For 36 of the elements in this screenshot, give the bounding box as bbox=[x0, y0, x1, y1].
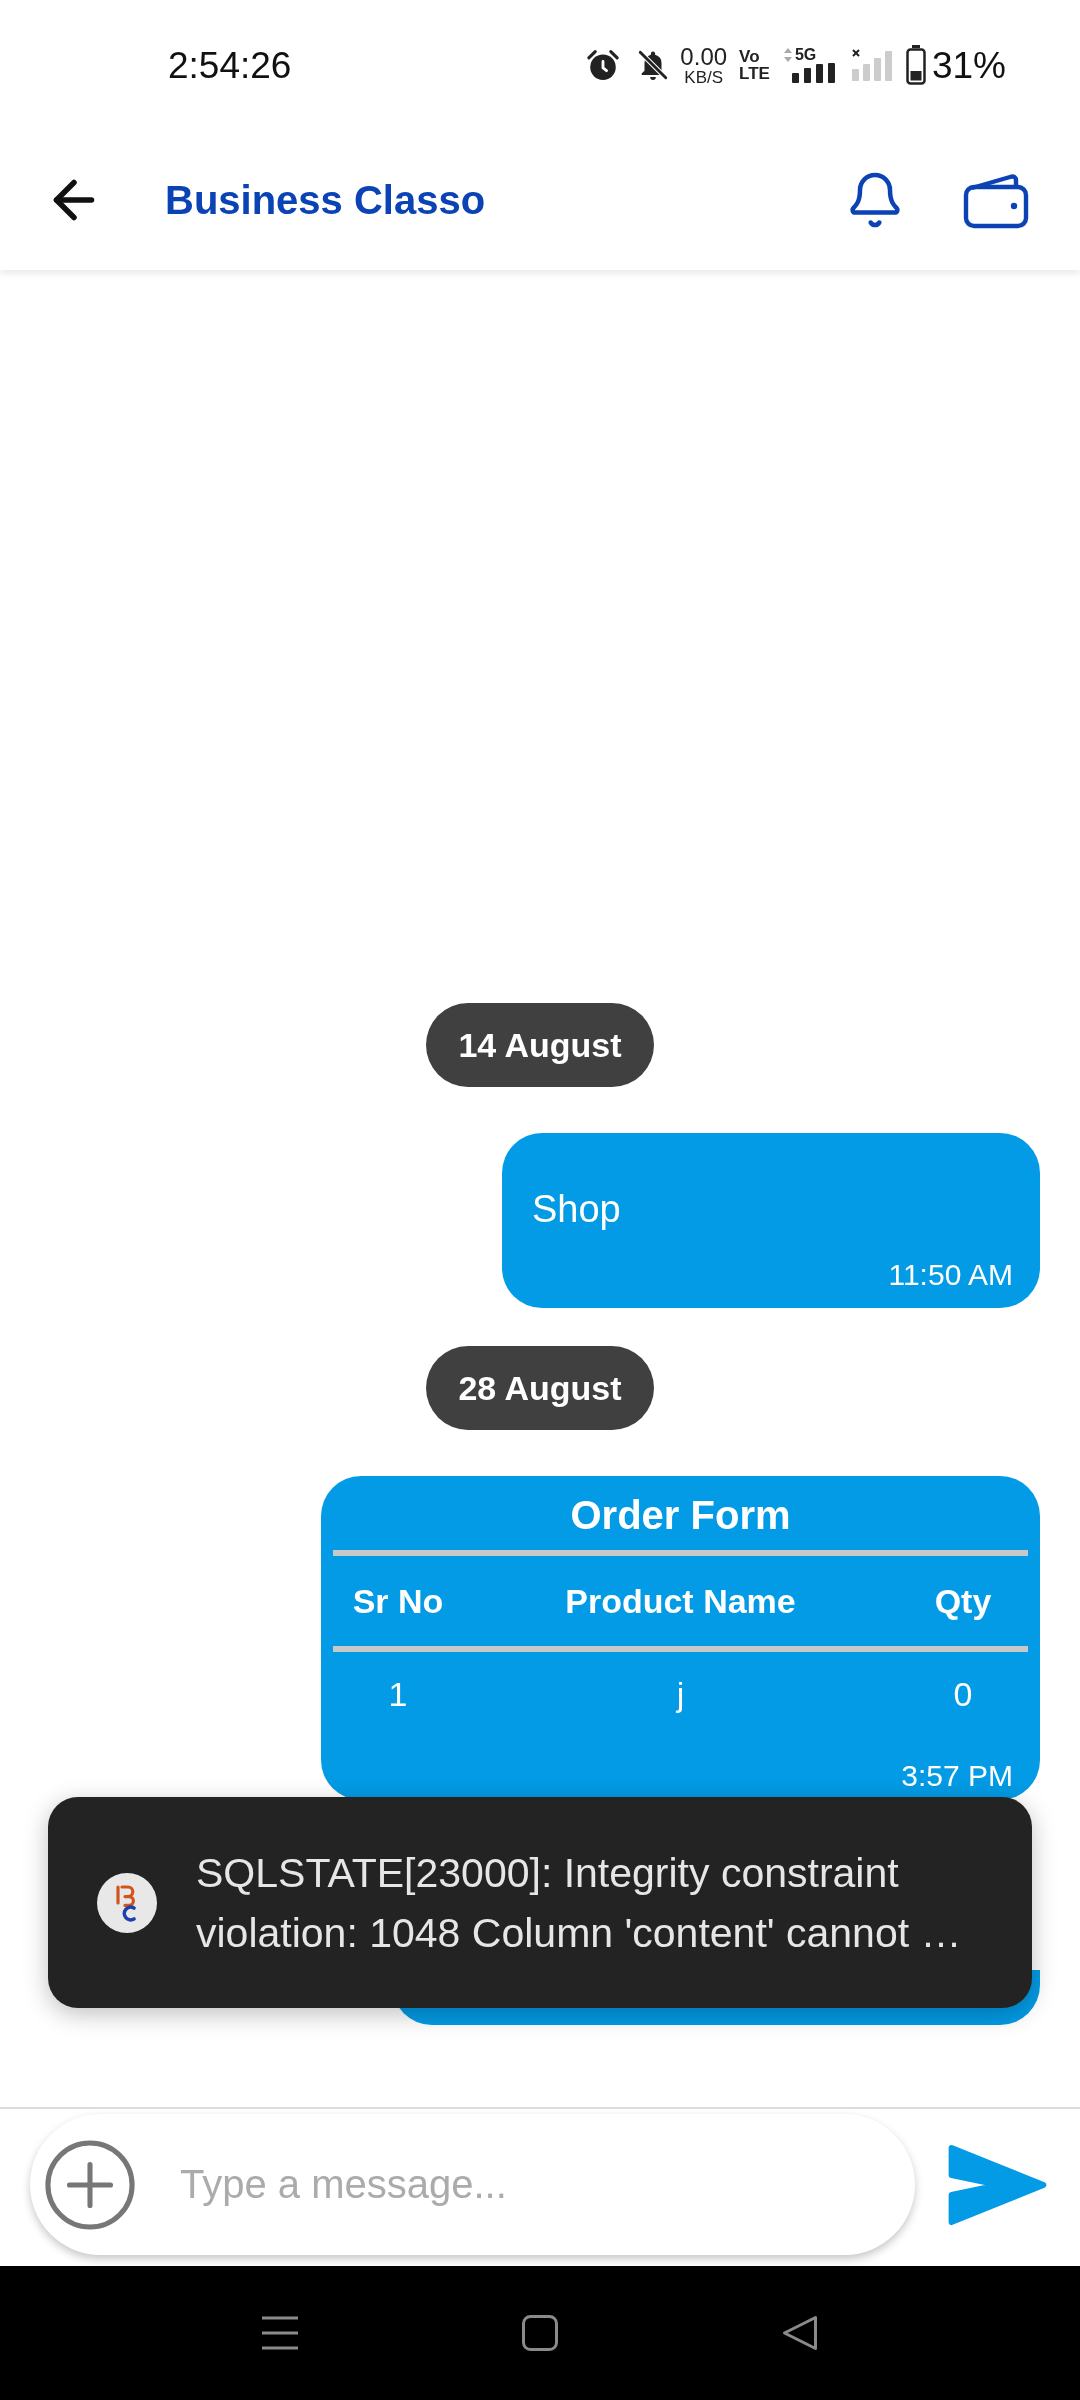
column-header: Qty bbox=[934, 1584, 992, 1618]
square-icon bbox=[522, 2315, 558, 2351]
message-text: Shop bbox=[532, 1187, 621, 1231]
data-rate-value: 0.00 bbox=[680, 44, 728, 69]
status-time: 2:54:26 bbox=[168, 46, 292, 84]
menu-icon bbox=[262, 2316, 298, 2350]
home-button[interactable] bbox=[521, 2314, 559, 2352]
volte-label: Vo bbox=[739, 48, 760, 65]
volte-label: LTE bbox=[739, 65, 770, 82]
recent-apps-button[interactable] bbox=[261, 2314, 299, 2352]
app-logo-icon bbox=[97, 1872, 157, 1933]
message-time: 3:57 PM bbox=[901, 1758, 1013, 1793]
table-value: 0 bbox=[953, 1674, 973, 1715]
app-title: Business Classo bbox=[165, 180, 486, 220]
toast-message: SQLSTATE[23000]: Integrity constraint violation: 1048 Column 'content' cannot … bbox=[196, 1848, 963, 1958]
message-input[interactable]: Type a message... bbox=[180, 2149, 885, 2220]
alarm-clock-icon bbox=[586, 48, 621, 82]
signal-bars-icon bbox=[791, 63, 836, 83]
battery-percent: 31% bbox=[931, 46, 1006, 84]
add-button[interactable] bbox=[45, 2139, 135, 2230]
plus-circle-icon bbox=[45, 2139, 135, 2230]
table-value: j bbox=[676, 1674, 685, 1715]
table-value: 1 bbox=[388, 1674, 408, 1715]
battery-icon bbox=[905, 45, 926, 85]
column-header: Product Name bbox=[565, 1584, 796, 1618]
message-time: 11:50 AM bbox=[888, 1257, 1013, 1292]
column-header: Sr No bbox=[352, 1584, 444, 1618]
network-type-label: 5G bbox=[794, 47, 817, 63]
date-chip: 14 August bbox=[426, 1003, 654, 1087]
triangle-icon bbox=[782, 2315, 818, 2351]
order-form-title: Order Form bbox=[570, 1492, 791, 1539]
date-chip: 28 August bbox=[426, 1346, 654, 1430]
back-nav-button[interactable] bbox=[781, 2314, 819, 2352]
data-rate-unit: KB/S bbox=[684, 68, 724, 86]
data-arrows-icon bbox=[783, 48, 792, 62]
no-signal-icon bbox=[851, 49, 894, 81]
